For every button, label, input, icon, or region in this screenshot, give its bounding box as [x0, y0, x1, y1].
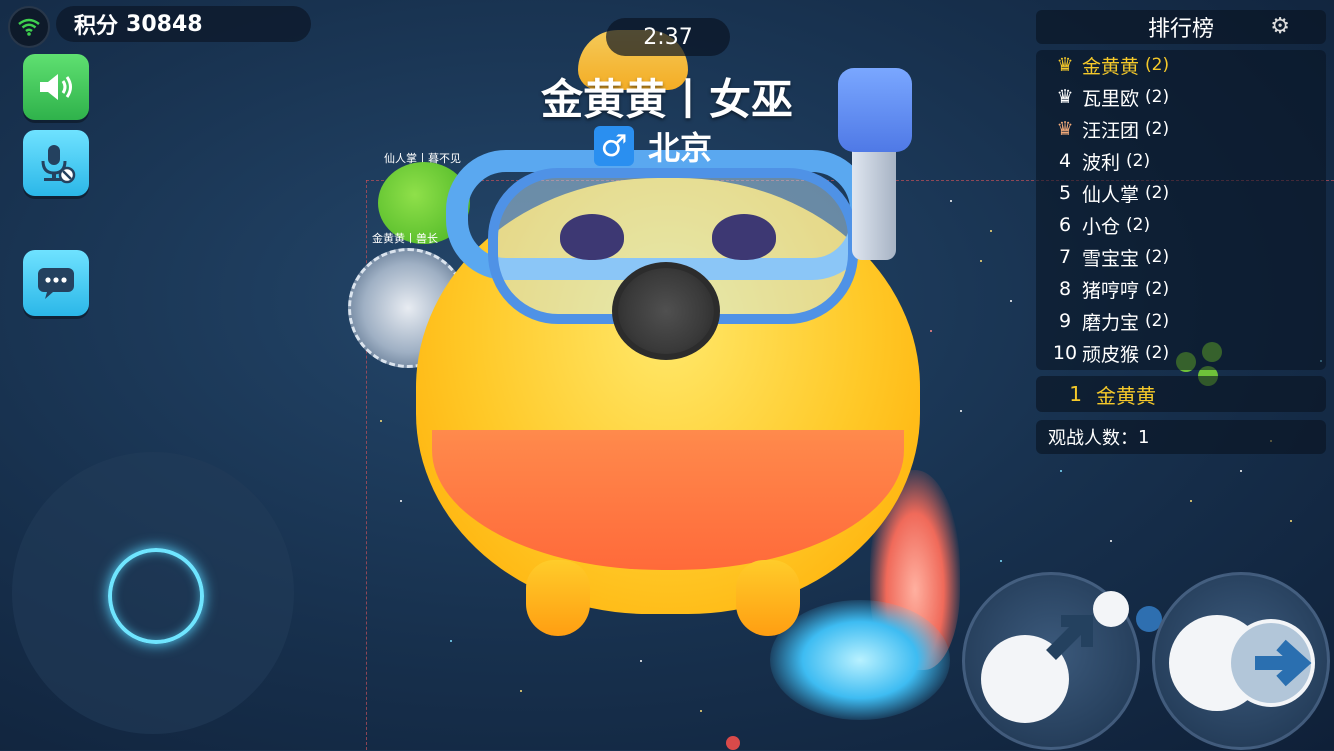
leaderboard-rank: 10 — [1052, 342, 1078, 364]
leaderboard-name: 波利 — [1082, 151, 1121, 174]
eject-arrow-icon — [1169, 615, 1315, 711]
leaderboard-count: (2) — [1126, 151, 1151, 171]
leaderboard-name: 汪汪团 — [1082, 119, 1140, 142]
silver-crown-icon: ♛ — [1056, 86, 1074, 108]
leaderboard-count: (2) — [1126, 215, 1151, 235]
spectator-count: 观战人数： 1 — [1036, 420, 1326, 454]
leaderboard-count: (2) — [1145, 183, 1170, 203]
split-button[interactable] — [962, 572, 1140, 750]
score-value: 30848 — [126, 11, 203, 37]
leaderboard-name: 瓦里欧 — [1082, 87, 1140, 110]
nearby-player-name: 金黄黄丨兽长 — [372, 232, 438, 245]
character-right-foot — [736, 560, 800, 636]
leaderboard-list: ♛ 金黄黄 (2) ♛ 瓦里欧 (2) ♛ 汪汪团 (2) 4 波利 (2) 5… — [1036, 50, 1326, 370]
leaderboard-rank: 6 — [1058, 214, 1072, 236]
leaderboard-row: 7 雪宝宝 (2) — [1050, 242, 1169, 272]
leaderboard-count: (2) — [1145, 55, 1170, 75]
score-label: 积分 — [74, 14, 119, 39]
snorkel-top — [838, 68, 912, 152]
leaderboard-count: (2) — [1145, 311, 1170, 331]
self-rank: 1 — [1069, 382, 1082, 406]
leaderboard-count: (2) — [1145, 279, 1170, 299]
snorkel-tube — [852, 140, 896, 260]
breathing-mask — [612, 262, 720, 360]
spectator-value: 1 — [1138, 426, 1150, 448]
sound-toggle-button[interactable] — [23, 54, 89, 120]
character-left-foot — [526, 560, 590, 636]
leaderboard-name: 小仓 — [1082, 215, 1121, 238]
leaderboard-title: 排行榜 — [1147, 17, 1214, 42]
spectator-label: 观战人数： — [1048, 428, 1138, 449]
bronze-crown-icon: ♛ — [1056, 118, 1074, 140]
leaderboard-name: 顽皮猴 — [1082, 343, 1140, 366]
leaderboard-row: 4 波利 (2) — [1050, 146, 1150, 176]
leaderboard-row: 6 小仓 (2) — [1050, 210, 1150, 240]
leaderboard-count: (2) — [1145, 343, 1170, 363]
leaderboard-name: 金黄黄 — [1082, 55, 1140, 78]
leaderboard-count: (2) — [1145, 119, 1170, 139]
leaderboard-row: 10 顽皮猴 (2) — [1050, 338, 1169, 368]
leaderboard-row: 9 磨力宝 (2) — [1050, 306, 1169, 336]
leaderboard-row: ♛ 金黄黄 (2) — [1050, 50, 1169, 80]
leaderboard-rank: 4 — [1058, 150, 1072, 172]
leaderboard-name: 磨力宝 — [1082, 311, 1140, 334]
ice-effect — [770, 600, 950, 720]
leaderboard-row: 8 猪哼哼 (2) — [1050, 274, 1169, 304]
leaderboard-rank: 5 — [1058, 182, 1072, 204]
leaderboard-rank: 8 — [1058, 278, 1072, 300]
gear-icon[interactable]: ⚙ — [1270, 14, 1290, 39]
leaderboard-row: 5 仙人掌 (2) — [1050, 178, 1169, 208]
split-male-icon — [981, 591, 1129, 723]
chat-bubble-icon — [38, 268, 74, 299]
leaderboard-name: 雪宝宝 — [1082, 247, 1140, 270]
leaderboard-name: 仙人掌 — [1082, 183, 1140, 206]
leaderboard-count: (2) — [1145, 87, 1170, 107]
player-location: ♂ 北京 — [594, 126, 713, 167]
leaderboard-count: (2) — [1145, 247, 1170, 267]
mini-red-player — [726, 736, 740, 750]
joystick-knob[interactable] — [108, 548, 204, 644]
player-city-label: 北京 — [648, 129, 713, 167]
eject-button[interactable] — [1152, 572, 1330, 750]
player-name-label: 金黄黄丨女巫 — [540, 75, 793, 124]
wifi-icon — [8, 6, 50, 48]
leaderboard-row: ♛ 瓦里欧 (2) — [1050, 82, 1169, 112]
match-timer: 2:37 — [606, 18, 730, 56]
chat-button[interactable] — [23, 250, 89, 316]
leaderboard-row: ♛ 汪汪团 (2) — [1050, 114, 1169, 144]
self-name: 金黄黄 — [1096, 383, 1156, 408]
gold-crown-icon: ♛ — [1056, 54, 1074, 76]
leaderboard-name: 猪哼哼 — [1082, 279, 1140, 302]
right-eye — [712, 214, 776, 260]
male-gender-icon: ♂ — [594, 126, 634, 166]
speaker-icon — [40, 74, 72, 100]
leaderboard-rank: 7 — [1058, 246, 1072, 268]
leaderboard-self-row: 1 金黄黄 — [1036, 376, 1326, 412]
left-eye — [560, 214, 624, 260]
leaderboard-rank: 9 — [1058, 310, 1072, 332]
mic-off-icon — [41, 145, 76, 184]
score-display: 积分 30848 — [56, 6, 311, 42]
leaderboard-header: 排行榜 ⚙ — [1036, 10, 1326, 44]
voice-chat-button[interactable] — [23, 130, 89, 196]
